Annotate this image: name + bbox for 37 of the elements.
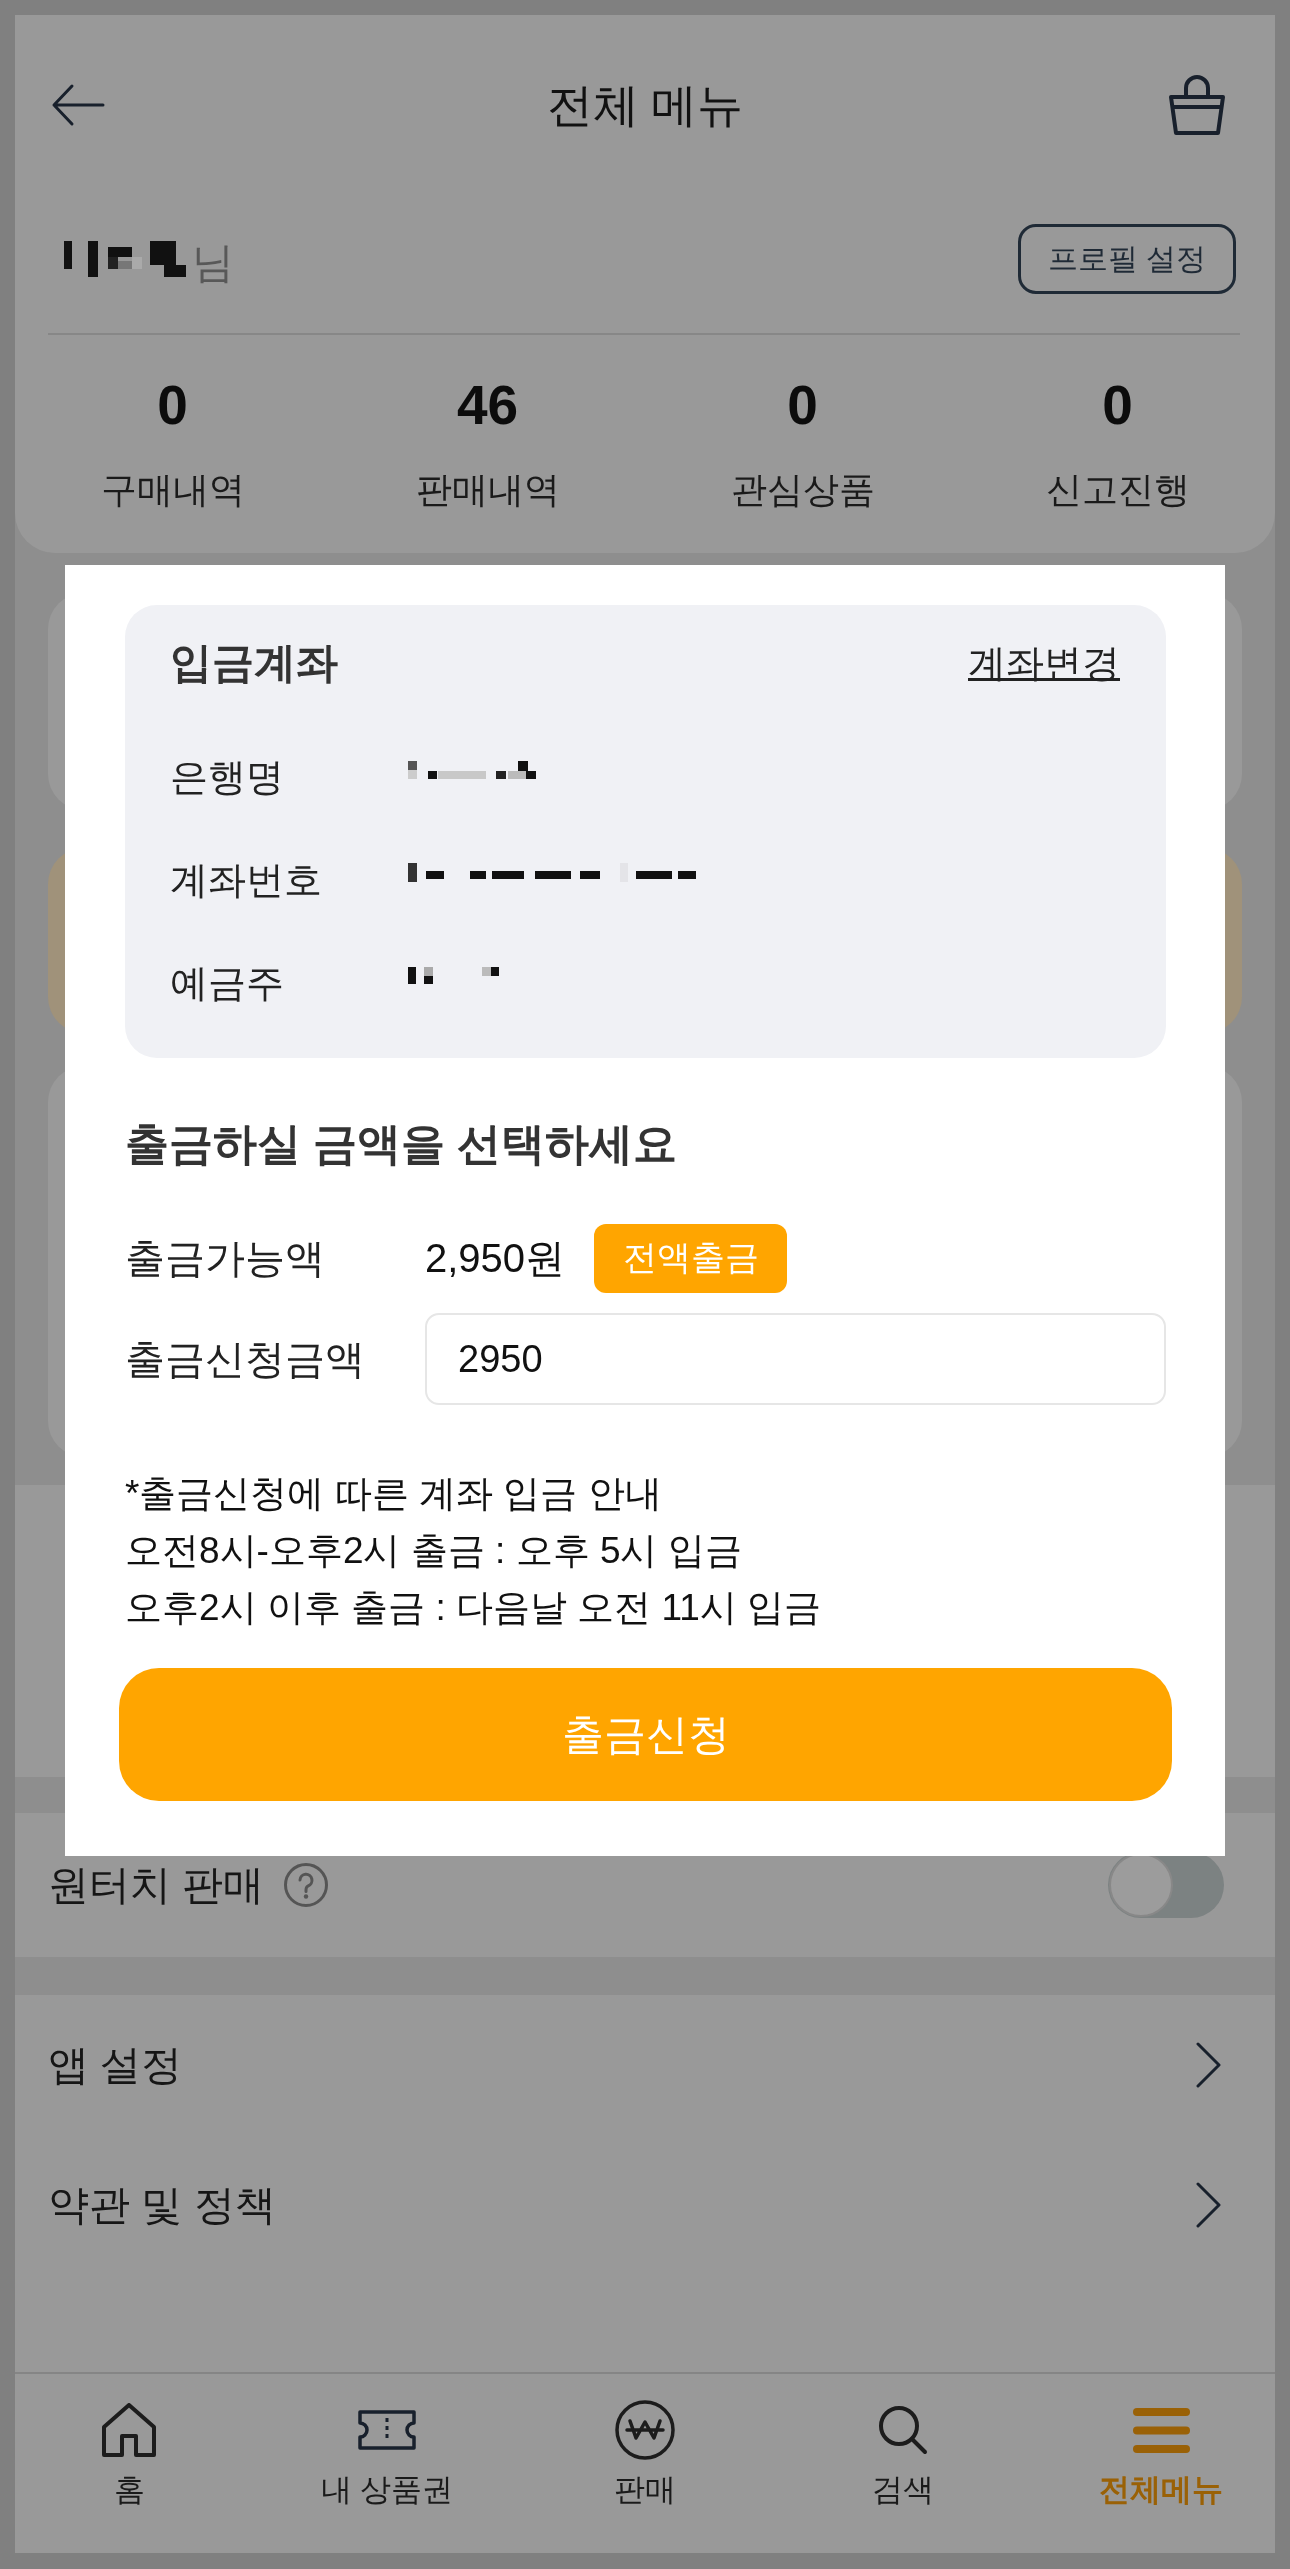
notice-line: *출금신청에 따른 계좌 입금 안내 [125,1472,663,1516]
field-label: 예금주 [170,961,285,1006]
back-arrow-icon[interactable] [51,83,105,127]
change-account-link[interactable]: 계좌변경 [968,637,1120,689]
section-title: 입금계좌 [170,638,338,688]
field-label: 출금신청금액 [125,1335,366,1383]
search-icon [878,2405,928,2455]
chevron-right-icon [1196,2182,1222,2228]
field-label: 출금가능액 [125,1234,326,1282]
ticket-icon [358,2410,416,2450]
notice-line: 오후2시 이후 출금 : 다음날 오전 11시 입금 [125,1586,823,1630]
amount-value: 2,950원 [425,1234,566,1282]
stat-button[interactable]: 0 신고진행 [960,375,1275,515]
nav-tab[interactable]: 검색 [774,2374,1032,2553]
page-title: 전체 메뉴 [546,78,744,133]
stat-button[interactable]: 0 관심상품 [645,375,960,515]
notice-line: 오전8시-오후2시 출금 : 오후 5시 입금 [125,1529,743,1573]
help-icon[interactable] [284,1863,329,1907]
won-coin-icon [615,2400,675,2460]
nav-tab[interactable]: 판매 [516,2374,774,2553]
user-name-suffix: 님 [192,238,234,288]
dialog-heading: 출금하실 금액을 선택하세요 [125,1118,679,1170]
field-label: 계좌번호 [170,858,323,903]
amount-input[interactable]: 2950 [425,1313,1166,1405]
nav-tab[interactable]: 홈 [15,2374,258,2553]
setting-label: 원터치 판매 [48,1860,265,1910]
profile-settings-button[interactable]: 프로필 설정 [1018,224,1236,294]
stat-button[interactable]: 0 구매내역 [15,375,330,515]
nav-tab[interactable]: 내 상품권 [258,2374,516,2553]
shopping-bag-icon[interactable] [1168,75,1226,135]
stat-button[interactable]: 46 판매내역 [330,375,645,515]
menu-row[interactable]: 앱 설정 [15,1995,1275,2135]
menu-icon [1132,2408,1190,2453]
menu-row[interactable]: 약관 및 정책 [15,2135,1275,2275]
field-label: 은행명 [170,755,285,800]
chevron-right-icon [1196,2042,1222,2088]
home-icon [102,2403,156,2457]
